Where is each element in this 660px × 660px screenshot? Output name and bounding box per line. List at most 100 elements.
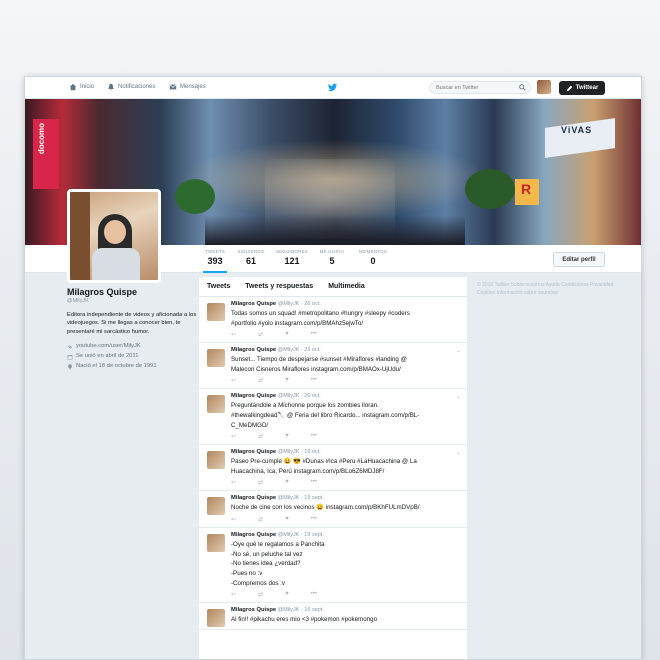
stat-moments[interactable]: MOMENTOS 0: [357, 249, 389, 266]
stat-label: ME GUSTA: [319, 249, 345, 254]
tab-media[interactable]: Multimedia: [328, 283, 365, 290]
profile-avatar[interactable]: [67, 189, 161, 283]
reply-icon[interactable]: ↩: [231, 479, 236, 486]
retweet-icon[interactable]: ⇄: [258, 331, 263, 338]
profile-name[interactable]: Milagros Quispe: [67, 287, 207, 297]
chevron-down-icon[interactable]: ⌄: [456, 347, 461, 354]
tweet-author[interactable]: Milagros Quispe: [231, 449, 276, 455]
nav-messages[interactable]: Mensajes: [169, 83, 206, 91]
tweet-avatar[interactable]: [207, 534, 225, 553]
tweet-avatar[interactable]: [207, 451, 225, 470]
retweet-icon[interactable]: ⇄: [258, 591, 263, 598]
profile-joined: Se unió en abril de 2011: [76, 353, 139, 360]
more-icon[interactable]: •••: [311, 591, 317, 598]
nav-messages-label: Mensajes: [180, 84, 206, 90]
tweet-text: Paseo Pre-cumple 😀 😎 #Dunas #Ica #Peru #…: [231, 458, 417, 475]
stat-tweets[interactable]: TWEETS 393: [203, 249, 227, 273]
tweet-author[interactable]: Milagros Quispe: [231, 393, 276, 399]
chevron-down-icon[interactable]: ⌄: [456, 393, 461, 400]
retweet-icon[interactable]: ⇄: [258, 479, 263, 486]
more-icon[interactable]: •••: [311, 377, 317, 384]
more-icon[interactable]: •••: [311, 516, 317, 523]
tweet-avatar[interactable]: [207, 349, 225, 368]
banner-sign-left-text: docomo: [37, 123, 46, 155]
tweet-text: Todas somos un squad! #metropolitano #hu…: [231, 310, 410, 327]
tweet-author[interactable]: Milagros Quispe: [231, 301, 276, 307]
tweet-header: Milagros Quispe @MilyJK · 19 sept.: [231, 495, 459, 501]
nav-avatar[interactable]: [537, 80, 551, 94]
nav-notifications[interactable]: Notificaciones: [107, 83, 155, 91]
profile-handle[interactable]: @MilyJK: [67, 298, 207, 304]
like-icon[interactable]: ♥: [285, 479, 289, 486]
like-icon[interactable]: ♥: [285, 331, 289, 338]
tweet-item[interactable]: Milagros Quispe @MilyJK · 19 sept. Noche…: [199, 491, 467, 529]
tab-tweets-replies[interactable]: Tweets y respuestas: [245, 283, 313, 290]
reply-icon[interactable]: ↩: [231, 377, 236, 384]
reply-icon[interactable]: ↩: [231, 433, 236, 440]
retweet-icon[interactable]: ⇄: [258, 433, 263, 440]
tweet-item[interactable]: ⌄ Milagros Quispe @MilyJK · 26 oct. Preg…: [199, 389, 467, 446]
more-icon[interactable]: •••: [311, 433, 317, 440]
tweet-meta: @MilyJK · 26 oct.: [277, 301, 321, 307]
tweet-meta: @MilyJK · 26 oct.: [277, 347, 321, 354]
footer-links[interactable]: © 2016 Twitter Sobre nosotros Ayuda Cond…: [477, 281, 617, 297]
tweet-item[interactable]: ⌄ Milagros Quispe @MilyJK · 26 oct. Suns…: [199, 343, 467, 390]
nav-home[interactable]: Inicio: [69, 83, 94, 91]
tweet-item[interactable]: Milagros Quispe @MilyJK · 19 sept. -Oye …: [199, 528, 467, 604]
more-icon[interactable]: •••: [311, 479, 317, 486]
reply-icon[interactable]: ↩: [231, 516, 236, 523]
tweet-button[interactable]: Twittear: [559, 81, 605, 95]
envelope-icon: [169, 84, 177, 90]
tweet-actions: ↩ ⇄ ♥ •••: [231, 331, 459, 338]
link-icon: [67, 345, 73, 349]
tweet-item[interactable]: Milagros Quispe @MilyJK · 16 sept. Al fi…: [199, 603, 467, 630]
tweet-item[interactable]: Milagros Quispe @MilyJK · 26 oct. Todas …: [199, 297, 467, 344]
stat-followers[interactable]: SEGUIDORES 121: [275, 249, 309, 266]
tweet-author[interactable]: Milagros Quispe: [231, 532, 276, 538]
stat-value: 0: [370, 256, 376, 266]
banner-street: [205, 215, 465, 245]
profile-bio: Editora independiente de videos y aficio…: [67, 312, 197, 335]
retweet-icon[interactable]: ⇄: [258, 516, 263, 523]
timeline-tabs: Tweets Tweets y respuestas Multimedia: [199, 277, 467, 297]
tweet-avatar[interactable]: [207, 303, 225, 321]
tweet-author[interactable]: Milagros Quispe: [231, 495, 276, 501]
tweet-avatar[interactable]: [207, 497, 225, 516]
stat-label: SIGUIENDO: [237, 249, 265, 254]
more-icon[interactable]: •••: [311, 331, 317, 338]
like-icon[interactable]: ♥: [285, 516, 289, 523]
tweet-header: Milagros Quispe @MilyJK · 16 sept.: [231, 607, 459, 613]
tweet-header: Milagros Quispe @MilyJK · 19 sept.: [231, 532, 459, 538]
like-icon[interactable]: ♥: [285, 377, 289, 384]
stat-likes[interactable]: ME GUSTA 5: [319, 249, 345, 266]
tweet-actions: ↩ ⇄ ♥ •••: [231, 377, 459, 384]
avatar-shelf: [70, 192, 90, 280]
edit-profile-button[interactable]: Editar perfil: [553, 252, 605, 267]
retweet-icon[interactable]: ⇄: [258, 377, 263, 384]
chevron-down-icon[interactable]: ⌄: [456, 449, 461, 456]
tweet-author[interactable]: Milagros Quispe: [231, 607, 276, 613]
stat-value: 5: [329, 256, 335, 266]
like-icon[interactable]: ♥: [285, 591, 289, 598]
tweet-item[interactable]: ⌄ Milagros Quispe @MilyJK · 16 oct. Pase…: [199, 445, 467, 492]
tweet-avatar[interactable]: [207, 609, 225, 628]
stat-following[interactable]: SIGUIENDO 61: [237, 249, 265, 266]
tweet-avatar[interactable]: [207, 395, 225, 414]
tweet-text: Sunset... Tiempo de despejarse #sunset #…: [231, 356, 407, 373]
twitter-window: Inicio Notificaciones Mensajes Twittear …: [24, 76, 642, 660]
like-icon[interactable]: ♥: [285, 433, 289, 440]
tweet-author[interactable]: Milagros Quispe: [231, 347, 276, 353]
profile-born-row: Nació el 18 de octubre de 1991: [67, 362, 207, 372]
search-input[interactable]: [429, 81, 531, 94]
profile-website[interactable]: youtube.com/user/MilyJK: [76, 342, 141, 352]
profile-website-row[interactable]: youtube.com/user/MilyJK: [67, 342, 207, 352]
tab-tweets[interactable]: Tweets: [207, 283, 230, 290]
avatar-face: [104, 220, 126, 244]
stat-value: 393: [207, 256, 223, 266]
tweet-actions: ↩ ⇄ ♥ •••: [231, 516, 459, 523]
search-icon[interactable]: [519, 84, 526, 91]
twitter-bird-icon[interactable]: [327, 82, 338, 93]
reply-icon[interactable]: ↩: [231, 331, 236, 338]
tweet-meta: @MilyJK · 16 sept.: [277, 607, 324, 614]
reply-icon[interactable]: ↩: [231, 591, 236, 598]
